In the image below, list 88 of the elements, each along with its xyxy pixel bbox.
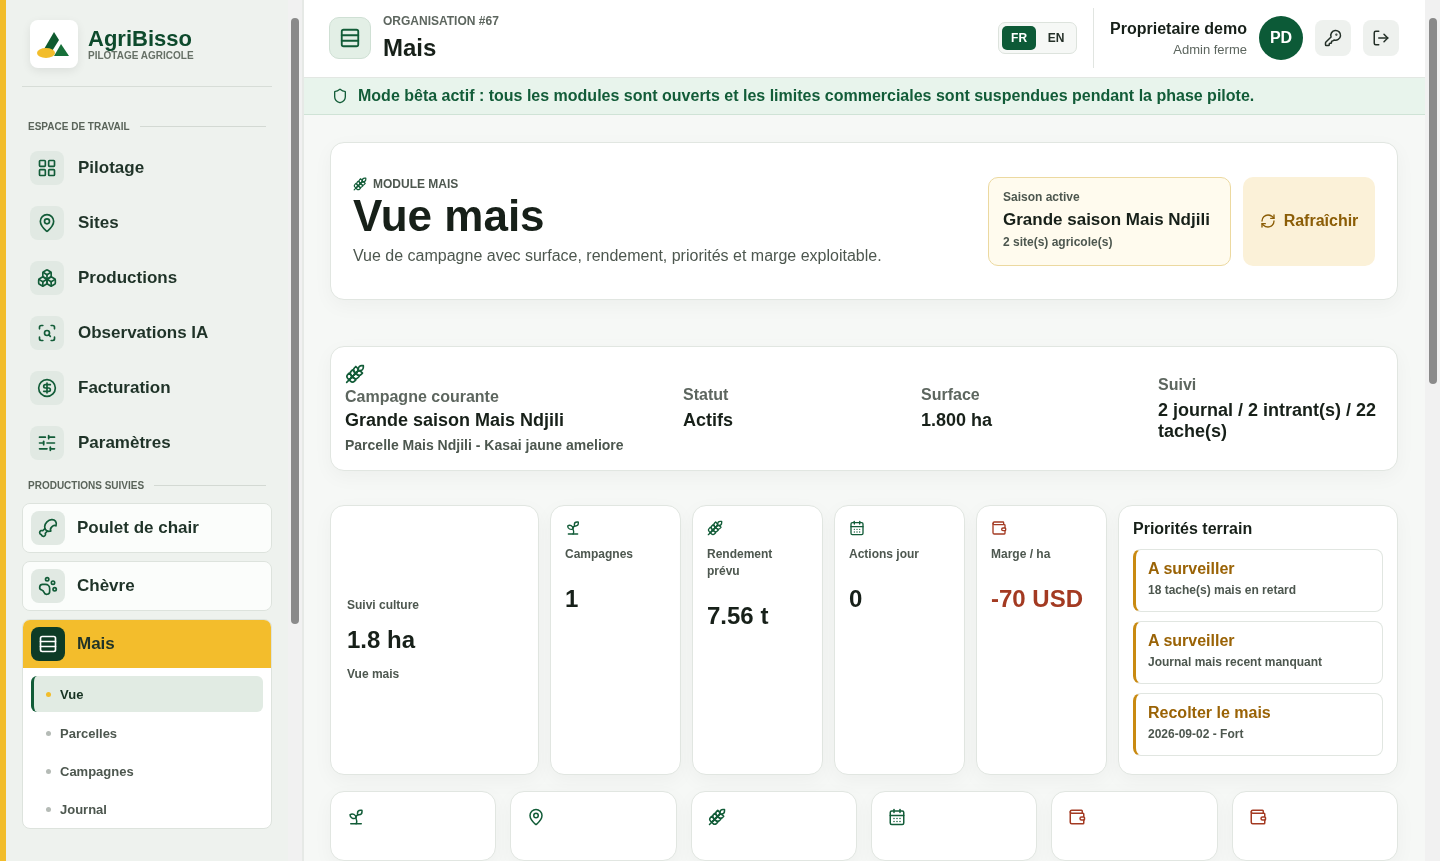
key-icon bbox=[1324, 29, 1342, 48]
nav-item[interactable]: Pilotage bbox=[30, 146, 264, 190]
priority-detail: 18 tache(s) mais en retard bbox=[1148, 583, 1298, 597]
season-label: Saison active bbox=[1003, 189, 1081, 204]
submenu-item[interactable]: Journal bbox=[31, 790, 263, 828]
language-option[interactable]: FR bbox=[1002, 26, 1037, 51]
field-value: Actifs bbox=[683, 410, 734, 431]
nav-item[interactable]: Productions bbox=[30, 256, 264, 300]
campaign-label: Campagne courante bbox=[345, 388, 500, 406]
submenu-item[interactable]: Vue bbox=[31, 676, 263, 712]
wheat-icon bbox=[707, 808, 726, 826]
section-title: ESPACE DE TRAVAIL bbox=[28, 121, 130, 132]
hero-description: Vue de campagne avec surface, rendement, priorités et marge exploitable. bbox=[353, 247, 882, 265]
organisation-label: ORGANISATION #67 bbox=[383, 14, 499, 29]
field-label: Suivi bbox=[1158, 375, 1198, 394]
logout-icon bbox=[1372, 29, 1390, 48]
banner-text: Mode bêta actif : tous les modules sont ouverts et les limites commerciales sont suspendues pendant la phase pilote. bbox=[358, 86, 1255, 105]
production-item[interactable]: Mais bbox=[23, 620, 271, 668]
stat-label: Campagnes bbox=[565, 546, 635, 563]
nav-item[interactable]: Paramètres bbox=[30, 421, 264, 465]
priority-title: A surveiller bbox=[1148, 560, 1236, 578]
priority-detail: 2026-09-02 - Fort bbox=[1148, 727, 1245, 741]
paw-icon bbox=[31, 569, 65, 603]
location-pin-icon bbox=[30, 206, 64, 240]
sliders-icon bbox=[30, 426, 64, 460]
field-label: Surface bbox=[921, 386, 981, 404]
stat-note: Vue mais bbox=[347, 666, 401, 683]
user-avatar: PD bbox=[1259, 16, 1303, 61]
calendar-icon bbox=[849, 520, 865, 536]
season-sites: 2 site(s) agricole(s) bbox=[1003, 234, 1114, 249]
rows-icon bbox=[329, 17, 371, 60]
field-label: Statut bbox=[683, 386, 730, 404]
field-value: 1.800 ha bbox=[921, 410, 994, 431]
wheat-icon bbox=[345, 364, 365, 384]
stat-value: 0 bbox=[849, 585, 864, 613]
hero-title: Vue mais bbox=[353, 191, 546, 241]
stat-label: Rendement prévu bbox=[707, 546, 774, 580]
wheat-icon bbox=[353, 177, 367, 191]
wallet-icon bbox=[1248, 808, 1267, 826]
stat-label: Actions jour bbox=[849, 546, 920, 563]
stat-value: 1 bbox=[565, 585, 580, 613]
brand-name: AgriBisso bbox=[88, 27, 193, 50]
location-pin-icon bbox=[527, 808, 546, 826]
sprout-icon bbox=[347, 808, 365, 826]
production-item[interactable]: Chèvre bbox=[23, 562, 271, 610]
stat-value: 7.56 t bbox=[707, 602, 770, 630]
language-option[interactable]: EN bbox=[1039, 26, 1074, 51]
wheat-icon bbox=[707, 520, 723, 536]
wallet-icon bbox=[1068, 808, 1087, 826]
field-value: 2 journal / 2 intrant(s) / 22 tache(s) bbox=[1158, 399, 1378, 442]
priority-title: A surveiller bbox=[1148, 632, 1236, 650]
stat-value: -70 USD bbox=[991, 585, 1085, 613]
page-title: Mais bbox=[383, 34, 438, 63]
priority-title: Recolter le mais bbox=[1148, 704, 1272, 722]
submenu-item[interactable]: Campagnes bbox=[31, 752, 263, 790]
production-item[interactable]: Poulet de chair bbox=[23, 504, 271, 552]
shield-icon bbox=[332, 87, 348, 104]
campaign-detail: Parcelle Mais Ndjili - Kasai jaune ameliore bbox=[345, 437, 625, 453]
nav-item[interactable]: Observations IA bbox=[30, 311, 264, 355]
logout-button[interactable] bbox=[1363, 20, 1399, 57]
boxes-icon bbox=[30, 261, 64, 295]
brand-tagline: PILOTAGE AGRICOLE bbox=[88, 49, 194, 61]
refresh-icon bbox=[1259, 213, 1276, 229]
stat-value: 1.8 ha bbox=[347, 626, 417, 654]
dollar-icon bbox=[30, 371, 64, 405]
grid-icon bbox=[30, 151, 64, 185]
nav-item[interactable]: Facturation bbox=[30, 366, 264, 410]
calendar-icon bbox=[888, 808, 906, 826]
campaign-name: Grande saison Mais Ndjili bbox=[345, 410, 566, 431]
submenu-item[interactable]: Parcelles bbox=[31, 714, 263, 752]
wallet-icon bbox=[991, 520, 1007, 536]
stat-label: Suivi culture bbox=[347, 597, 421, 614]
user-name: Proprietaire demo bbox=[1110, 19, 1247, 38]
rows-icon bbox=[31, 627, 65, 661]
key-button[interactable] bbox=[1315, 20, 1351, 57]
sprout-icon bbox=[565, 520, 581, 536]
priorities-title: Priorités terrain bbox=[1133, 520, 1254, 538]
module-label: MODULE MAIS bbox=[373, 177, 459, 191]
stat-label: Marge / ha bbox=[991, 546, 1052, 563]
priority-detail: Journal mais recent manquant bbox=[1148, 655, 1324, 669]
season-name: Grande saison Mais Ndjili bbox=[1003, 209, 1211, 230]
nav-item[interactable]: Sites bbox=[30, 201, 264, 245]
refresh-button[interactable]: Rafraîchir bbox=[1243, 176, 1375, 266]
user-role: Admin ferme bbox=[1172, 41, 1247, 57]
agribisso-logo bbox=[30, 20, 78, 68]
drumstick-icon bbox=[31, 511, 65, 545]
scan-icon bbox=[30, 316, 64, 350]
section-title: PRODUCTIONS SUIVIES bbox=[28, 480, 145, 491]
